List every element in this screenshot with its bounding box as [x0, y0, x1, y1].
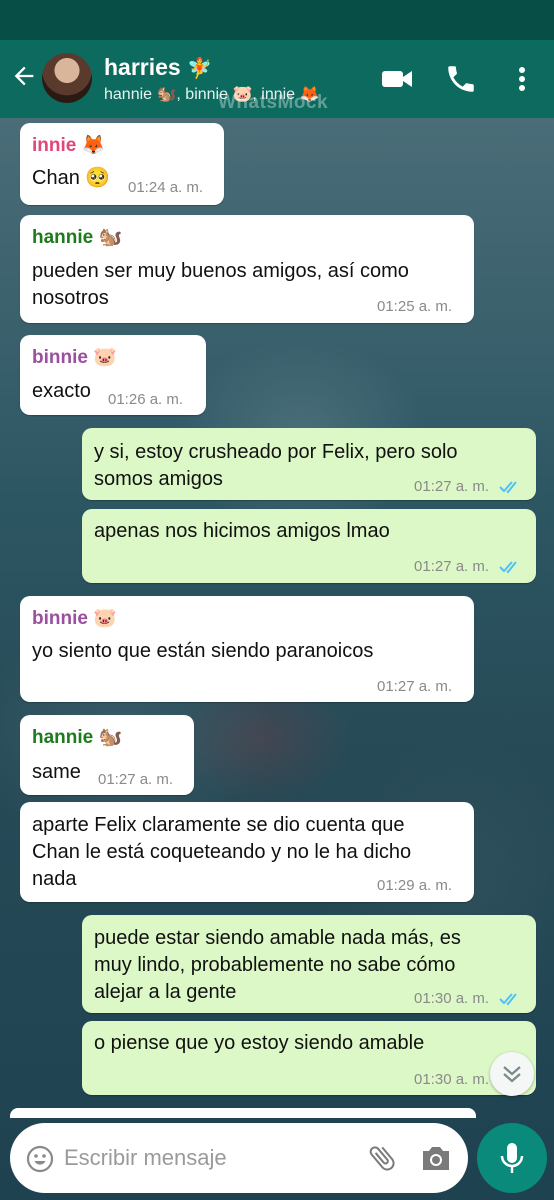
microphone-icon [500, 1143, 524, 1173]
message-time: 01:27 a. m. [414, 478, 521, 495]
message-bubble[interactable]: o piense que yo estoy siendo amable 01:3… [82, 1021, 536, 1095]
sender-name: hannie 🐿️ [32, 227, 123, 248]
status-bar [0, 0, 554, 40]
sender-name: binnie 🐷 [32, 347, 117, 368]
message-text: y si, estoy crusheado por Felix, pero so… [94, 441, 458, 490]
chat-title[interactable]: harries 🧚 [104, 54, 212, 81]
message-time: 01:25 a. m. [377, 298, 453, 315]
chevrons-down-icon [503, 1066, 521, 1083]
title-emoji: 🧚 [187, 58, 213, 80]
arrow-left-icon[interactable] [10, 62, 38, 90]
message-time: 01:26 a. m. [108, 391, 184, 408]
avatar[interactable] [42, 53, 92, 103]
message-bubble[interactable]: aparte Felix claramente se dio cuenta qu… [20, 802, 474, 902]
message-text: same [32, 761, 81, 783]
message-time: 01:27 a. m. [377, 678, 453, 695]
chat-header: harries 🧚 hannie 🐿️, binnie 🐷, innie 🦊 W… [0, 40, 554, 118]
message-input[interactable]: Escribir mensaje [64, 1145, 227, 1171]
message-time: 01:29 a. m. [377, 877, 453, 894]
message-text: apenas nos hicimos amigos lmao [94, 520, 390, 542]
message-time: 01:30 a. m. [414, 1071, 490, 1088]
message-time: 01:27 a. m. [98, 771, 174, 788]
message-bubble[interactable]: binnie 🐷 exacto 01:26 a. m. [20, 335, 206, 415]
message-text: aparte Felix claramente se dio cuenta qu… [32, 814, 412, 890]
message-text: Chan 🥺 [32, 167, 111, 189]
message-bubble[interactable]: binnie 🐷 yo siento que están siendo para… [20, 596, 474, 702]
sender-name: binnie 🐷 [32, 608, 117, 629]
message-bubble[interactable]: innie 🦊 Chan 🥺 01:24 a. m. [20, 123, 224, 205]
message-text: exacto [32, 380, 91, 402]
video-call-icon[interactable] [380, 62, 414, 96]
more-vertical-icon[interactable] [510, 62, 534, 96]
message-text: o piense que yo estoy siendo amable [94, 1032, 425, 1054]
partial-message-bubble [10, 1108, 476, 1118]
message-bubble[interactable]: hannie 🐿️ pueden ser muy buenos amigos, … [20, 215, 474, 323]
message-time: 01:27 a. m. [414, 558, 521, 575]
paperclip-icon[interactable] [366, 1141, 398, 1175]
phone-icon[interactable] [444, 62, 478, 96]
message-bubble[interactable]: hannie 🐿️ same 01:27 a. m. [20, 715, 194, 795]
watermark: WhatsMock [218, 92, 329, 113]
emoji-icon[interactable] [26, 1145, 54, 1173]
message-time: 01:30 a. m. [414, 990, 521, 1007]
message-text: yo siento que están siendo paranoicos [32, 640, 374, 662]
sender-name: innie 🦊 [32, 135, 106, 156]
message-bubble[interactable]: y si, estoy crusheado por Felix, pero so… [82, 428, 536, 500]
read-receipt-icon [499, 993, 517, 1006]
sender-name: hannie 🐿️ [32, 727, 123, 748]
read-receipt-icon [499, 561, 517, 574]
message-bubble[interactable]: apenas nos hicimos amigos lmao 01:27 a. … [82, 509, 536, 583]
scroll-to-bottom-button[interactable] [490, 1052, 534, 1096]
message-time: 01:24 a. m. [128, 179, 204, 196]
message-bubble[interactable]: puede estar siendo amable nada más, es m… [82, 915, 536, 1013]
mic-button[interactable] [477, 1123, 547, 1193]
message-composer[interactable]: Escribir mensaje [10, 1123, 468, 1193]
message-text: puede estar siendo amable nada más, es m… [94, 927, 461, 1003]
message-text: pueden ser muy buenos amigos, así como n… [32, 260, 409, 309]
read-receipt-icon [499, 481, 517, 494]
camera-icon[interactable] [420, 1143, 452, 1173]
